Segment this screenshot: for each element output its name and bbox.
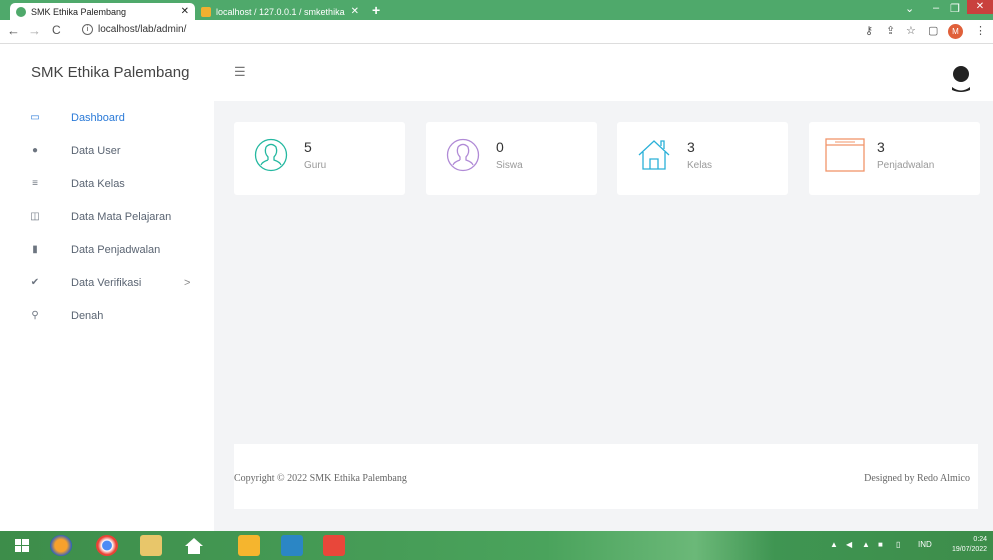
forward-button[interactable]: → [28,23,41,38]
clock-date: 19/07/2022 [952,546,988,553]
xampp-taskbar-icon[interactable] [323,535,345,556]
brand-title[interactable]: SMK Ethika Palembang [0,44,214,101]
sidebar-item-label: Denah [71,309,104,322]
sidebar-item-data-verifikasi[interactable]: ✔ Data Verifikasi > [0,266,214,299]
chrome-taskbar-icon[interactable] [96,535,118,556]
browser-tab-bar: SMK Ethika Palembang ✕ localhost / 127.0… [0,0,993,20]
hamburger-menu-icon[interactable]: ☰ [234,64,246,80]
sidebar-item-data-user[interactable]: ● Data User [0,134,214,167]
sidebar-item-data-mata-pelajaran[interactable]: ◫ Data Mata Pelajaran [0,200,214,233]
stat-label: Guru [304,160,327,171]
sidebar-item-dashboard[interactable]: ▭ Dashboard [0,101,214,134]
file-icon: ▮ [32,244,38,255]
windows-taskbar: ▲ ◀ ▲ ■ ▯ IND 0:24 19/07/2022 [0,531,993,560]
bookmark-star-icon[interactable]: ☆ [906,24,916,37]
battery-icon[interactable]: ▯ [896,540,900,549]
share-icon[interactable]: ⇪ [886,24,895,37]
stat-value: 0 [496,139,504,155]
designed-by-text: Designed by Redo Almico [864,473,970,484]
media-player-taskbar-icon[interactable] [281,535,303,556]
sidebar: SMK Ethika Palembang ▭ Dashboard ● Data … [0,44,214,531]
user-icon: ● [31,145,39,156]
stat-card-kelas[interactable]: 3 Kelas [617,122,788,195]
sidebar-item-label: Data Mata Pelajaran [71,210,172,223]
footer: Copyright © 2022 SMK Ethika Palembang De… [234,444,978,509]
tab-phpmyadmin[interactable]: localhost / 127.0.0.1 / smkethika ✕ [195,3,365,20]
user-circle-icon [254,138,288,172]
system-clock[interactable]: 0:24 19/07/2022 [952,535,987,555]
main-content: 5 Guru 0 Siswa 3 Kelas 3 Penjadwalan Cop… [214,101,993,531]
stat-label: Kelas [687,160,713,171]
globe-icon [16,6,26,17]
tray-app-icon[interactable]: ■ [878,540,883,549]
sidebar-item-data-kelas[interactable]: ≡ Data Kelas [0,167,214,200]
map-pin-icon: ⚲ [31,310,39,321]
sidebar-item-denah[interactable]: ⚲ Denah [0,299,214,332]
check-icon: ✔ [30,277,40,288]
browser-window-icon [825,138,865,172]
stat-label: Siswa [496,160,523,171]
back-button[interactable]: ← [7,23,20,38]
tab-title: localhost / 127.0.0.1 / smkethika [216,6,345,17]
tab-smk-ethika[interactable]: SMK Ethika Palembang ✕ [10,3,195,20]
stat-card-penjadwalan[interactable]: 3 Penjadwalan [809,122,980,195]
url-text: localhost/lab/admin/ [98,24,187,35]
minimize-button[interactable]: – [933,2,939,14]
new-tab-button[interactable]: + [372,2,380,18]
stat-value: 3 [877,139,885,155]
user-profile-icon[interactable] [949,64,973,92]
info-icon[interactable]: i [82,24,93,35]
sidebar-item-label: Data Penjadwalan [71,243,161,256]
copyright-text: Copyright © 2022 SMK Ethika Palembang [234,473,407,484]
sidebar-item-label: Data User [71,144,121,157]
start-button[interactable] [12,535,32,556]
top-navbar: ☰ [214,44,993,101]
sublime-text-taskbar-icon[interactable] [238,535,260,556]
address-bar-row: ← → C i localhost/lab/admin/ ⚷ ⇪ ☆ ▢ M ⋮ [0,20,993,44]
clock-time: 0:24 [973,536,988,543]
laptop-icon: ▭ [30,112,40,123]
close-tab-icon[interactable]: ✕ [351,6,359,17]
close-tab-icon[interactable]: ✕ [181,6,189,17]
reload-button[interactable]: C [52,23,61,37]
file-explorer-taskbar-icon[interactable] [140,535,162,556]
sidebar-item-data-penjadwalan[interactable]: ▮ Data Penjadwalan [0,233,214,266]
tab-title: SMK Ethika Palembang [31,6,127,17]
menu-kebab-icon[interactable]: ⋮ [975,24,986,37]
stat-label: Penjadwalan [877,160,935,171]
stat-value: 3 [687,139,695,155]
book-icon: ◫ [30,211,40,222]
network-icon[interactable]: ▲ [862,540,870,549]
side-panel-icon[interactable]: ▢ [928,24,938,37]
maximize-button[interactable]: ❐ [950,2,960,15]
sidebar-item-label: Dashboard [71,111,125,124]
stat-card-guru[interactable]: 5 Guru [234,122,405,195]
firefox-taskbar-icon[interactable] [50,535,72,556]
home-icon [638,140,670,170]
sidebar-item-label: Data Verifikasi [71,276,142,289]
profile-avatar[interactable]: M [948,24,963,39]
close-window-button[interactable]: ✕ [967,0,993,14]
url-field[interactable]: i localhost/lab/admin/ [82,24,186,35]
tab-search-icon[interactable]: ⌄ [905,2,914,15]
home-taskbar-icon[interactable] [183,535,205,556]
language-indicator[interactable]: IND [918,540,932,549]
windows-logo-icon [15,539,29,552]
list-icon: ≡ [32,178,38,189]
key-icon[interactable]: ⚷ [865,24,873,37]
user-circle-icon [446,138,480,172]
stat-value: 5 [304,139,312,155]
phpmyadmin-icon [201,6,211,17]
stat-card-siswa[interactable]: 0 Siswa [426,122,597,195]
chevron-right-icon: > [184,276,191,289]
tray-chevron-icon[interactable]: ▲ [830,540,838,549]
sidebar-item-label: Data Kelas [71,177,125,190]
volume-icon[interactable]: ◀ [846,540,852,549]
